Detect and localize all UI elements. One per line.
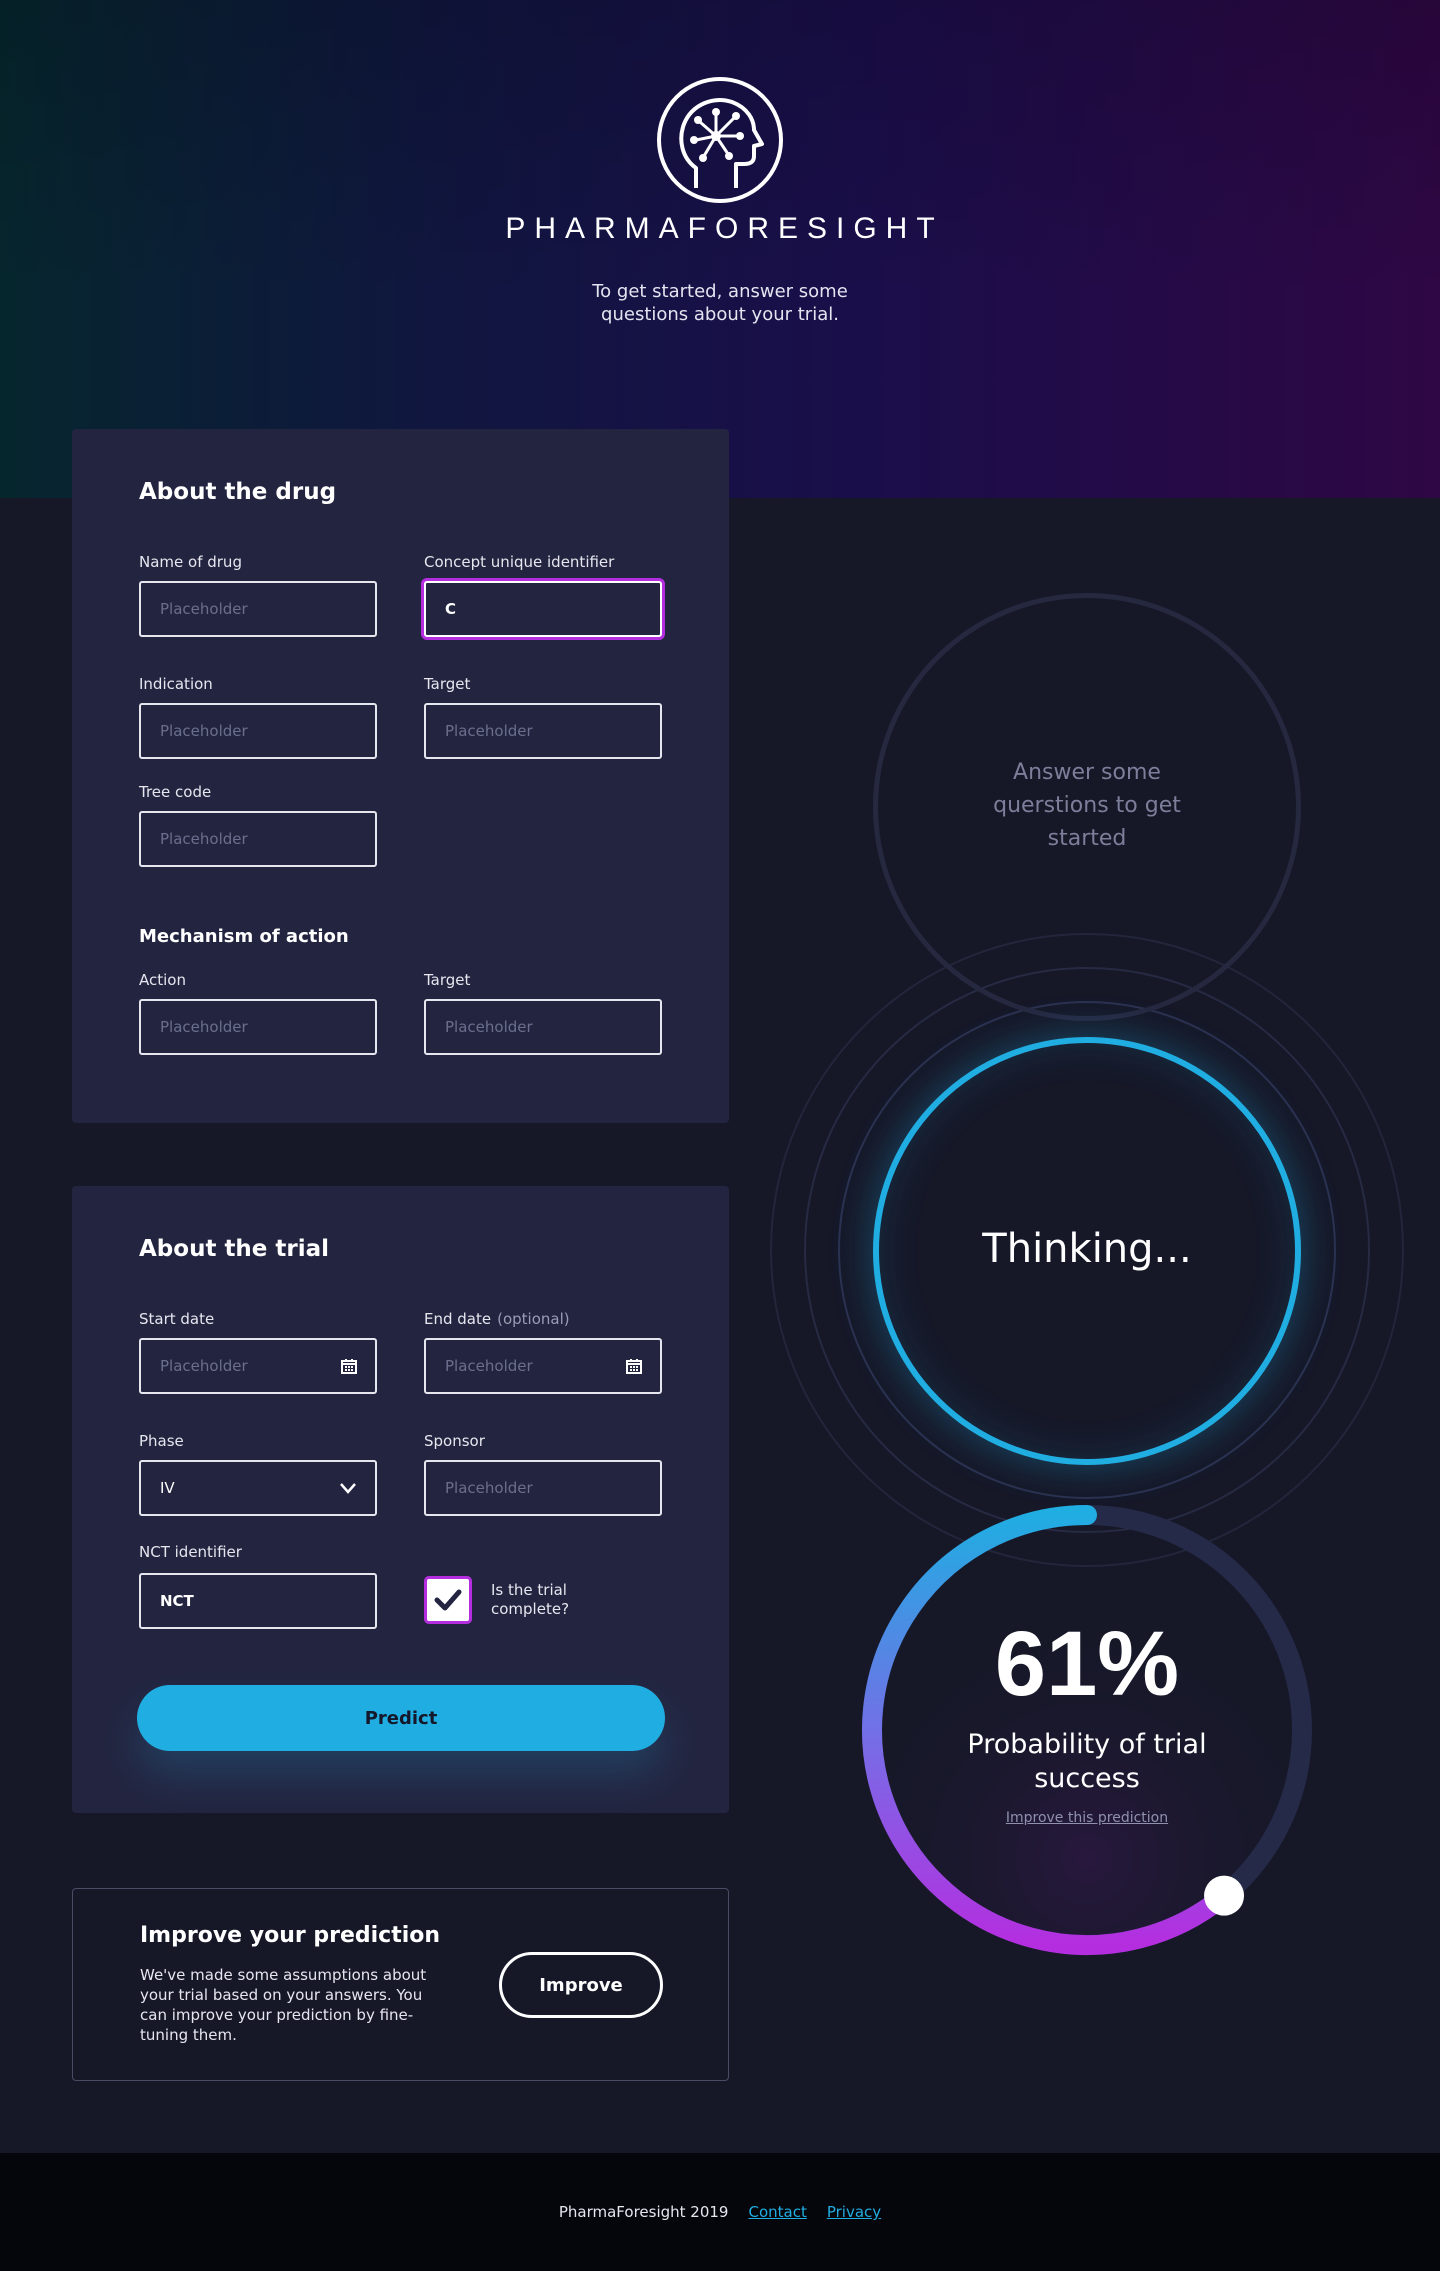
tree-code-label: Tree code <box>139 783 212 801</box>
start-date-placeholder: Placeholder <box>160 1357 248 1375</box>
cui-label: Concept unique identifier <box>424 553 615 571</box>
moa-target-input[interactable]: Placeholder <box>424 999 662 1055</box>
footer-copyright: PharmaForesight 2019 <box>558 2203 729 2221</box>
phase-select[interactable]: IV <box>139 1460 377 1516</box>
improve-card-text: We've made some assumptions about your t… <box>140 1966 427 2044</box>
brand-name: PHARMAFORESIGHT <box>505 212 944 245</box>
end-date-optional: (optional) <box>497 1310 570 1328</box>
improve-card-title: Improve your prediction <box>140 1923 441 1948</box>
target-input[interactable]: Placeholder <box>424 703 662 759</box>
sponsor-label: Sponsor <box>424 1432 485 1450</box>
chevron-down-icon <box>339 1480 357 1500</box>
improve-card: Improve your prediction We've made some … <box>72 1888 729 2081</box>
calendar-icon[interactable] <box>341 1358 357 1378</box>
end-date-placeholder: Placeholder <box>445 1357 533 1375</box>
end-date-label: End date (optional) <box>424 1310 570 1328</box>
improve-button[interactable]: Improve <box>499 1952 663 2018</box>
drug-card: About the drug Name of drug Placeholder … <box>72 429 729 1123</box>
trial-card: About the trial Start date Placeholder E… <box>72 1186 729 1813</box>
start-date-label: Start date <box>139 1310 215 1328</box>
head-network-icon <box>656 76 784 204</box>
footer: PharmaForesight 2019 Contact Privacy <box>0 2153 1440 2271</box>
trial-complete-checkbox[interactable] <box>424 1576 472 1624</box>
moa-title: Mechanism of action <box>139 926 349 947</box>
sponsor-input[interactable]: Placeholder <box>424 1460 662 1516</box>
target-label: Target <box>424 675 471 693</box>
moa-action-input[interactable]: Placeholder <box>139 999 377 1055</box>
probability-percent: 61% <box>994 1613 1180 1715</box>
calendar-icon[interactable] <box>626 1358 642 1378</box>
probability-label: Probability of trial success <box>967 1729 1207 1794</box>
drug-name-input[interactable]: Placeholder <box>139 581 377 637</box>
improve-prediction-link[interactable]: Improve this prediction <box>937 1810 1237 1826</box>
tree-code-input[interactable]: Placeholder <box>139 811 377 867</box>
footer-contact-link[interactable]: Contact <box>748 2203 806 2221</box>
phase-value: IV <box>160 1479 175 1497</box>
indication-label: Indication <box>139 675 213 693</box>
moa-action-label: Action <box>139 971 186 989</box>
tagline: To get started, answer some questions ab… <box>592 281 848 325</box>
thinking-text: Thinking... <box>982 1226 1192 1272</box>
checkmark-icon <box>434 1589 462 1611</box>
hero-banner <box>0 0 1440 498</box>
drug-card-title: About the drug <box>139 479 337 505</box>
end-date-label-text: End date <box>424 1310 492 1328</box>
start-date-input[interactable]: Placeholder <box>139 1338 377 1394</box>
trial-card-title: About the trial <box>139 1236 330 1262</box>
empty-state-text: Answer some querstions to get started <box>993 760 1181 851</box>
end-date-input[interactable]: Placeholder <box>424 1338 662 1394</box>
nct-input[interactable]: NCT <box>139 1573 377 1629</box>
indication-input[interactable]: Placeholder <box>139 703 377 759</box>
footer-privacy-link[interactable]: Privacy <box>827 2203 881 2221</box>
predict-button[interactable]: Predict <box>137 1685 665 1751</box>
trial-complete-label: Is the trial complete? <box>491 1581 570 1618</box>
drug-name-label: Name of drug <box>139 553 242 571</box>
nct-label: NCT identifier <box>139 1543 242 1561</box>
probability-knob <box>1204 1875 1245 1916</box>
phase-label: Phase <box>139 1432 184 1450</box>
cui-input[interactable]: C <box>424 581 662 637</box>
moa-target-label: Target <box>424 971 471 989</box>
